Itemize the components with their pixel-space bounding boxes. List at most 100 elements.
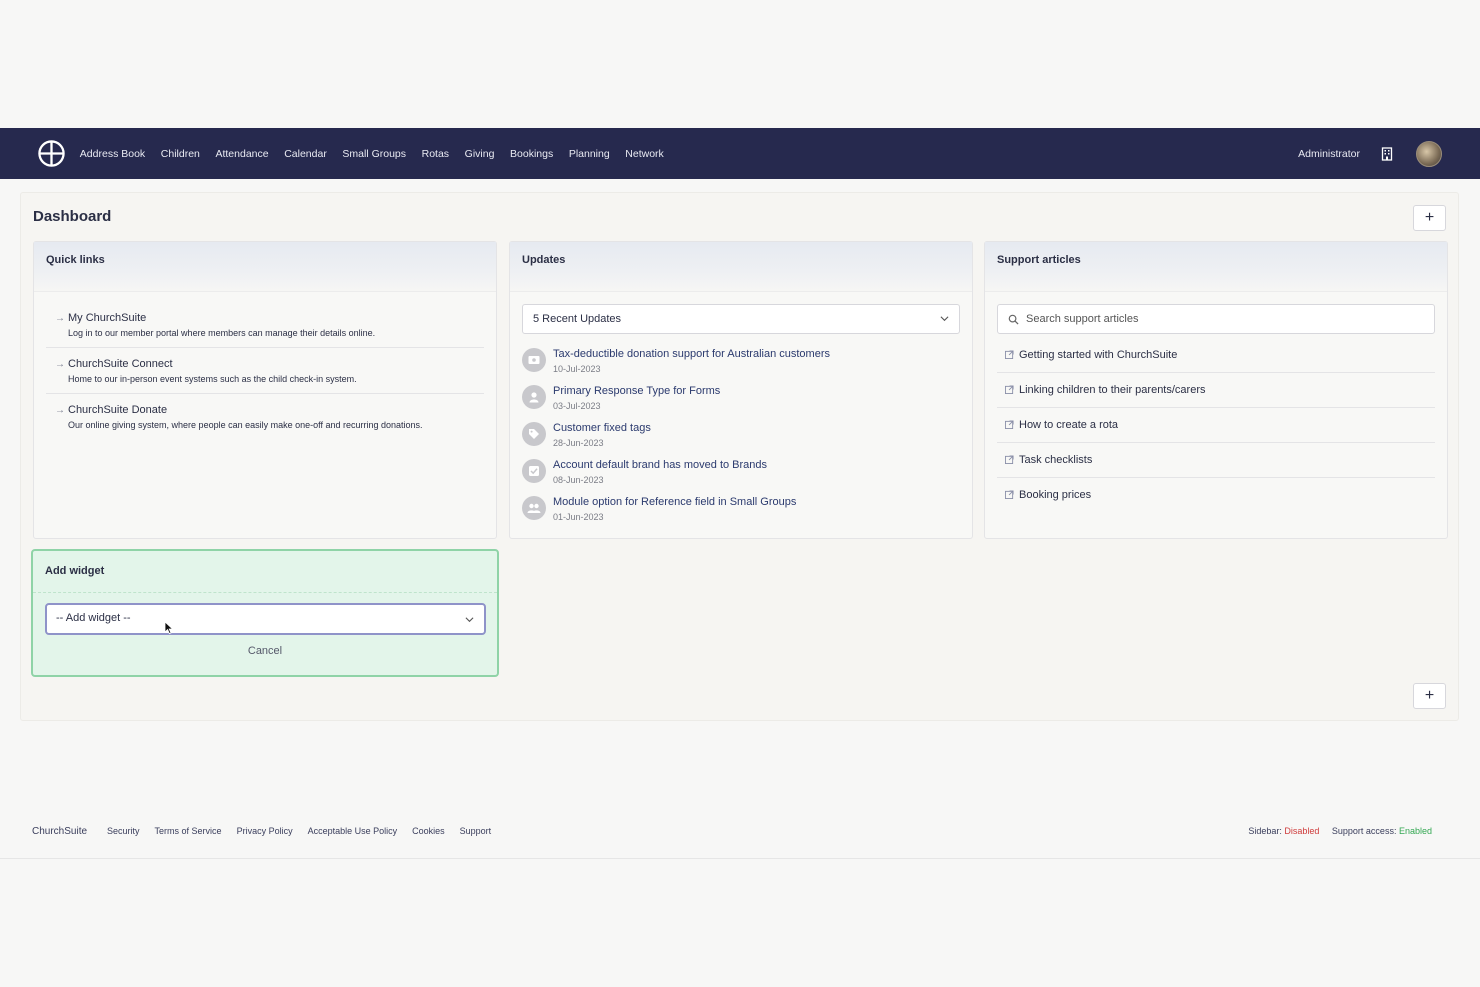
update-item[interactable]: Module option for Reference field in Sma… xyxy=(522,494,960,531)
mouse-cursor-icon xyxy=(164,621,174,635)
support-article-title[interactable]: Task checklists xyxy=(1019,454,1092,466)
cancel-button[interactable]: Cancel xyxy=(33,645,497,657)
quick-link-item[interactable]: → ChurchSuite Connect Home to our in-per… xyxy=(46,348,484,394)
arrow-right-icon: → xyxy=(55,359,65,370)
nav-calendar[interactable]: Calendar xyxy=(276,148,334,160)
updates-filter-value: 5 Recent Updates xyxy=(533,313,622,325)
add-widget-select-value: -- Add widget -- xyxy=(56,612,131,624)
add-widget-bottom-button[interactable]: + xyxy=(1413,683,1446,709)
chevron-down-icon xyxy=(465,617,474,623)
nav-network[interactable]: Network xyxy=(617,148,671,160)
external-link-icon xyxy=(1005,385,1014,394)
add-widget-select[interactable]: -- Add widget -- xyxy=(45,603,486,635)
update-item[interactable]: Tax-deductible donation support for Aust… xyxy=(522,346,960,383)
update-date: 03-Jul-2023 xyxy=(553,401,601,411)
update-title[interactable]: Module option for Reference field in Sma… xyxy=(553,494,960,508)
quick-links-widget: Quick links → My ChurchSuite Log in to o… xyxy=(33,241,497,539)
updates-filter-select[interactable]: 5 Recent Updates xyxy=(522,304,960,334)
update-date: 28-Jun-2023 xyxy=(553,438,604,448)
nav-giving[interactable]: Giving xyxy=(457,148,502,160)
quick-link-title[interactable]: ChurchSuite Connect xyxy=(68,358,484,370)
nav-rotas[interactable]: Rotas xyxy=(414,148,457,160)
dashboard-card: Dashboard + Quick links → My ChurchSuite… xyxy=(20,192,1459,721)
quick-link-title[interactable]: ChurchSuite Donate xyxy=(68,404,484,416)
top-navbar: Address Book Children Attendance Calenda… xyxy=(0,128,1480,179)
update-date: 08-Jun-2023 xyxy=(553,475,604,485)
update-date: 01-Jun-2023 xyxy=(553,512,604,522)
footer-link-churchsuite[interactable]: ChurchSuite xyxy=(32,826,87,837)
add-widget-top-button[interactable]: + xyxy=(1413,205,1446,231)
payment-icon xyxy=(522,348,546,372)
footer-status: Sidebar: Disabled Support access: Enable… xyxy=(1248,826,1432,836)
external-link-icon xyxy=(1005,420,1014,429)
update-title[interactable]: Tax-deductible donation support for Aust… xyxy=(553,346,960,360)
nav-children[interactable]: Children xyxy=(153,148,208,160)
update-title[interactable]: Account default brand has moved to Brand… xyxy=(553,457,960,471)
updates-title: Updates xyxy=(510,242,972,292)
nav-planning[interactable]: Planning xyxy=(561,148,617,160)
support-article-title[interactable]: How to create a rota xyxy=(1019,419,1118,431)
external-link-icon xyxy=(1005,350,1014,359)
footer: ChurchSuite Security Terms of Service Pr… xyxy=(32,826,1432,837)
footer-link-acceptable-use[interactable]: Acceptable Use Policy xyxy=(308,826,398,837)
quick-link-item[interactable]: → My ChurchSuite Log in to our member po… xyxy=(46,302,484,348)
building-icon[interactable] xyxy=(1380,146,1394,161)
support-articles-title: Support articles xyxy=(985,242,1447,292)
checkbox-icon xyxy=(522,459,546,483)
footer-link-cookies[interactable]: Cookies xyxy=(412,826,445,837)
add-widget-panel: Add widget -- Add widget -- Cancel xyxy=(31,549,499,677)
nav-small-groups[interactable]: Small Groups xyxy=(335,148,414,160)
divider xyxy=(0,858,1480,859)
quick-link-desc: Log in to our member portal where member… xyxy=(68,328,376,338)
support-articles-widget: Support articles Search support articles… xyxy=(984,241,1448,539)
support-article-title[interactable]: Booking prices xyxy=(1019,489,1091,501)
quick-link-item[interactable]: → ChurchSuite Donate Our online giving s… xyxy=(46,394,484,439)
quick-link-desc: Home to our in-person event systems such… xyxy=(68,374,357,384)
support-article-title[interactable]: Linking children to their parents/carers xyxy=(1019,384,1205,396)
chevron-down-icon xyxy=(940,316,949,322)
group-icon xyxy=(522,496,546,520)
churchsuite-logo-icon[interactable] xyxy=(38,140,65,167)
nav-bookings[interactable]: Bookings xyxy=(502,148,561,160)
update-date: 10-Jul-2023 xyxy=(553,364,601,374)
support-article-link[interactable]: Linking children to their parents/carers xyxy=(997,373,1435,408)
support-article-link[interactable]: How to create a rota xyxy=(997,408,1435,443)
sidebar-status-value[interactable]: Disabled xyxy=(1284,826,1319,836)
search-placeholder: Search support articles xyxy=(1026,313,1139,325)
external-link-icon xyxy=(1005,490,1014,499)
support-article-title[interactable]: Getting started with ChurchSuite xyxy=(1019,349,1177,361)
main-menu: Address Book Children Attendance Calenda… xyxy=(72,128,672,179)
update-item[interactable]: Primary Response Type for Forms 03-Jul-2… xyxy=(522,383,960,420)
external-link-icon xyxy=(1005,455,1014,464)
arrow-right-icon: → xyxy=(55,313,65,324)
search-icon xyxy=(1008,314,1019,325)
support-search-input[interactable]: Search support articles xyxy=(997,304,1435,334)
quick-links-title: Quick links xyxy=(34,242,496,292)
support-access-label: Support access: xyxy=(1331,826,1397,836)
nav-attendance[interactable]: Attendance xyxy=(208,148,277,160)
support-access-value[interactable]: Enabled xyxy=(1399,826,1432,836)
footer-link-terms[interactable]: Terms of Service xyxy=(155,826,222,837)
avatar[interactable] xyxy=(1416,140,1442,167)
support-article-link[interactable]: Booking prices xyxy=(997,478,1435,512)
tag-icon xyxy=(522,422,546,446)
nav-address-book[interactable]: Address Book xyxy=(72,148,153,160)
update-title[interactable]: Primary Response Type for Forms xyxy=(553,383,960,397)
nav-right: Administrator xyxy=(1298,128,1442,179)
sidebar-status-label: Sidebar: xyxy=(1248,826,1282,836)
quick-link-title[interactable]: My ChurchSuite xyxy=(68,312,484,324)
user-role-link[interactable]: Administrator xyxy=(1298,148,1360,160)
support-article-link[interactable]: Getting started with ChurchSuite xyxy=(997,338,1435,373)
update-item[interactable]: Account default brand has moved to Brand… xyxy=(522,457,960,494)
footer-link-security[interactable]: Security xyxy=(107,826,140,837)
footer-link-privacy[interactable]: Privacy Policy xyxy=(237,826,293,837)
updates-widget: Updates 5 Recent Updates Tax-deductible … xyxy=(509,241,973,539)
update-title[interactable]: Customer fixed tags xyxy=(553,420,960,434)
footer-link-support[interactable]: Support xyxy=(460,826,492,837)
arrow-right-icon: → xyxy=(55,405,65,416)
add-widget-title: Add widget xyxy=(33,551,497,593)
person-icon xyxy=(522,385,546,409)
quick-link-desc: Our online giving system, where people c… xyxy=(68,420,423,430)
update-item[interactable]: Customer fixed tags 28-Jun-2023 xyxy=(522,420,960,457)
support-article-link[interactable]: Task checklists xyxy=(997,443,1435,478)
